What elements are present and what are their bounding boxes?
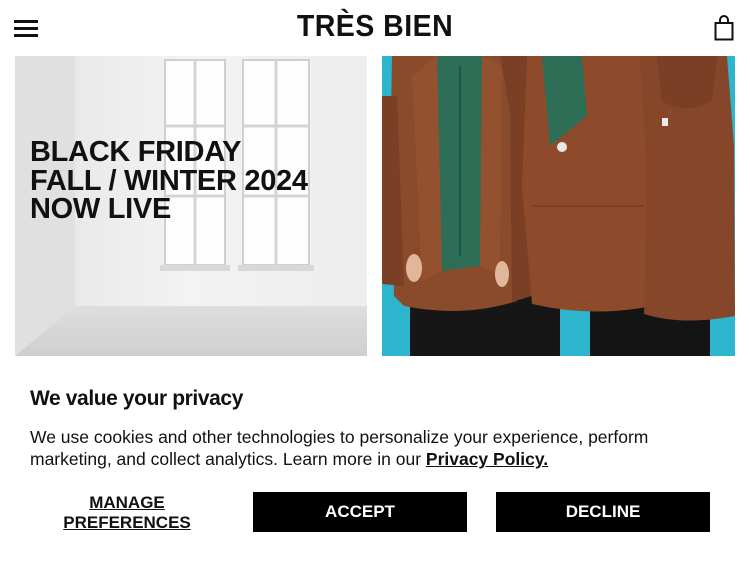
hero-tile-black-friday[interactable]: BLACK FRIDAY FALL / WINTER 2024 NOW LIVE (15, 56, 367, 356)
cookie-consent-banner: We value your privacy We use cookies and… (0, 356, 750, 563)
site-header: TRÈS BIEN (0, 0, 750, 56)
cookie-description: We use cookies and other technologies to… (30, 426, 710, 470)
hero-line-1: BLACK FRIDAY (30, 136, 242, 168)
jackets-photo (382, 56, 735, 356)
hero-headline[interactable]: BLACK FRIDAY FALL / WINTER 2024 NOW LIVE (30, 138, 308, 224)
site-logo[interactable]: TRÈS BIEN (30, 8, 720, 44)
privacy-policy-link[interactable]: Privacy Policy. (426, 449, 548, 469)
cookie-description-text: We use cookies and other technologies to… (30, 427, 649, 469)
hero-tile-jackets[interactable] (382, 56, 735, 356)
shopping-bag-icon[interactable] (714, 15, 734, 41)
manage-preferences-button[interactable]: MANAGE PREFERENCES (48, 493, 206, 533)
hero-line-3: NOW LIVE (30, 193, 171, 225)
hero-line-2: FALL / WINTER 2024 (30, 164, 308, 197)
accept-button[interactable]: ACCEPT (253, 492, 467, 532)
cookie-title: We value your privacy (30, 387, 243, 410)
decline-button[interactable]: DECLINE (496, 492, 710, 532)
